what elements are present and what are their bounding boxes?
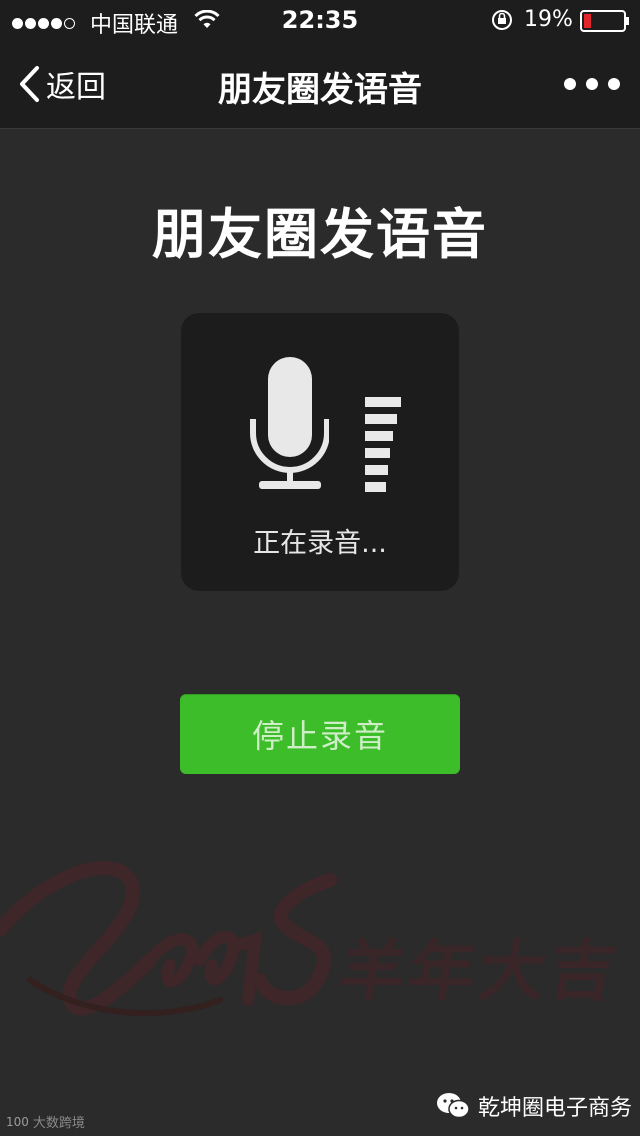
status-bar: 中国联通 22:35 19% bbox=[0, 0, 640, 40]
watermark-right-text: 乾坤圈电子商务 bbox=[478, 1096, 633, 1121]
watermark-right: 乾坤圈电子商务 bbox=[436, 1090, 632, 1122]
rotation-lock-icon bbox=[490, 9, 514, 35]
battery-icon bbox=[580, 10, 630, 36]
page-heading: 朋友圈发语音 bbox=[152, 203, 488, 266]
battery-percentage: 19% bbox=[524, 7, 573, 32]
recording-status-text: 正在录音... bbox=[253, 528, 387, 559]
watermark-left: 100 大数跨境 bbox=[6, 1112, 85, 1132]
watermark-left-text: 大数跨境 bbox=[32, 1116, 85, 1131]
navigation-bar: 返回 朋友圈发语音 bbox=[0, 40, 640, 129]
wechat-icon bbox=[437, 1093, 470, 1119]
recording-panel: 正在录音... bbox=[181, 313, 459, 591]
microphone-icon bbox=[250, 357, 329, 489]
watermark-logo: 100 bbox=[6, 1114, 29, 1129]
nav-title: 朋友圈发语音 bbox=[218, 70, 422, 110]
stop-recording-button[interactable]: 停止录音 bbox=[180, 694, 460, 774]
new-year-greeting: 羊年大吉 bbox=[333, 932, 625, 1010]
volume-level-icon bbox=[365, 397, 401, 492]
more-dots-icon[interactable] bbox=[564, 70, 620, 98]
